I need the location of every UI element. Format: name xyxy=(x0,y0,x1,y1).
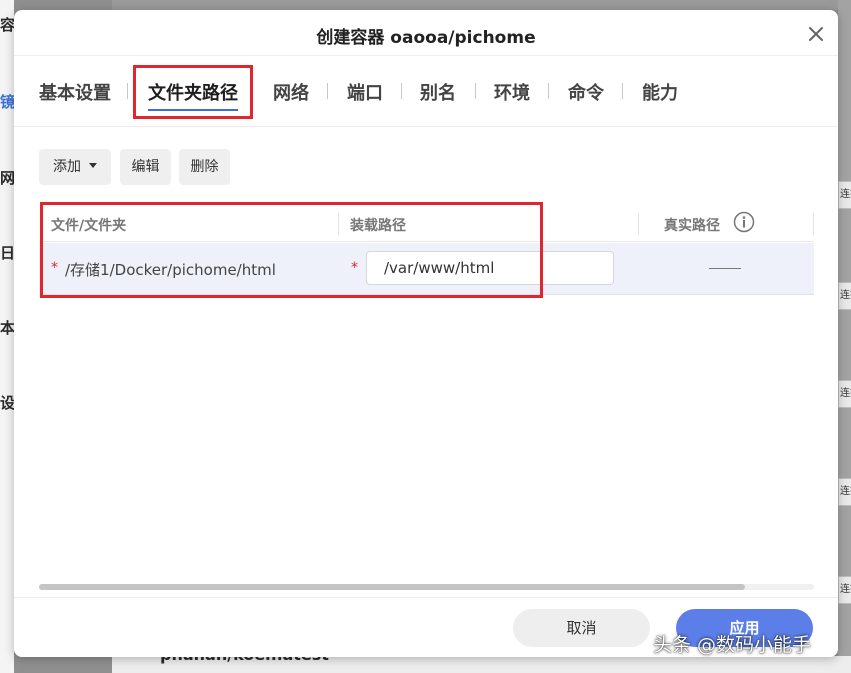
tab-network[interactable]: 网络 xyxy=(273,79,309,105)
background-sidebar-text: 本 xyxy=(0,319,16,337)
tab-environment[interactable]: 环境 xyxy=(494,79,530,105)
tab-ports[interactable]: 端口 xyxy=(347,79,383,105)
info-icon[interactable] xyxy=(733,211,755,233)
highlight-box-mapping xyxy=(40,202,543,298)
dialog-title: 创建容器 oaooa/pichome xyxy=(316,28,536,48)
column-separator xyxy=(638,213,639,235)
highlight-box-tab xyxy=(133,65,253,119)
background-sidebar-text: 日 xyxy=(0,244,16,262)
background-connect-tag: 连接 xyxy=(838,576,851,604)
background-connect-tag: 连接 xyxy=(838,181,851,209)
scrollbar-thumb[interactable] xyxy=(39,584,745,590)
background-sidebar-text: 网 xyxy=(0,169,16,187)
close-icon xyxy=(809,27,823,41)
dialog-header: 创建容器 oaooa/pichome xyxy=(14,10,838,56)
tab-separator xyxy=(475,83,476,99)
tab-basic-settings[interactable]: 基本设置 xyxy=(39,79,111,105)
background-sidebar-text: 镜 xyxy=(0,93,16,111)
background-sidebar-text: 设 xyxy=(0,394,16,412)
tab-separator xyxy=(401,83,402,99)
column-separator xyxy=(813,213,814,235)
real-path-empty-dash xyxy=(709,268,741,269)
edit-button[interactable]: 编辑 xyxy=(120,149,171,185)
background-connect-tag: 连接 xyxy=(838,478,851,506)
tab-separator xyxy=(548,83,549,99)
background-connect-tag: 连接 xyxy=(838,380,851,408)
horizontal-scrollbar[interactable] xyxy=(39,584,814,590)
watermark: 头条 @数码小能手 xyxy=(653,634,812,656)
add-button-label: 添加 xyxy=(53,159,81,175)
tab-separator xyxy=(127,83,128,99)
tab-capabilities[interactable]: 能力 xyxy=(642,79,678,105)
create-container-dialog: 创建容器 oaooa/pichome 基本设置 文件夹路径 网络 端口 别名 环… xyxy=(14,10,838,657)
background-header xyxy=(112,0,851,10)
tab-alias[interactable]: 别名 xyxy=(420,79,456,105)
background-content xyxy=(838,0,851,673)
column-header-real-path: 真实路径 xyxy=(664,218,720,234)
tab-command[interactable]: 命令 xyxy=(568,79,604,105)
delete-button[interactable]: 删除 xyxy=(179,149,230,185)
background-connect-tag: 连接 xyxy=(838,282,851,310)
cancel-button[interactable]: 取消 xyxy=(513,609,650,647)
add-button[interactable]: 添加 xyxy=(39,149,111,185)
close-button[interactable] xyxy=(806,24,826,44)
caret-down-icon xyxy=(89,162,97,168)
tab-separator xyxy=(327,83,328,99)
tab-separator xyxy=(622,83,623,99)
